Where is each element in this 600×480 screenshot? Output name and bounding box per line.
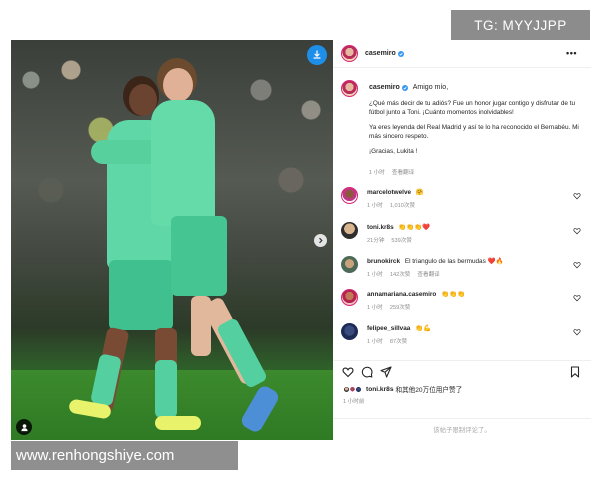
heart-outline-icon[interactable] — [573, 192, 581, 200]
post-side-panel: casemiro ••• casemiro Amigo mío, ¿Qué má… — [333, 40, 591, 440]
post-header: casemiro ••• — [333, 40, 591, 68]
comment-icon[interactable] — [361, 366, 373, 378]
watermark-top: TG: MYYJJPP — [451, 10, 590, 40]
caption-first-line: Amigo mío, — [412, 84, 449, 91]
caption-time: 1 小时 — [369, 170, 385, 176]
likes-first-user[interactable]: toni.kr8s — [366, 386, 393, 393]
next-photo-button[interactable] — [314, 234, 327, 247]
likes-rest: 和其他20万位用户赞了 — [395, 387, 463, 394]
caption-paragraph: ¿Qué más decir de tu adiós? Fue un honor… — [369, 100, 576, 116]
comment-item: marcelotwelve 🤗 1 小时 1,010次赞 — [333, 185, 591, 213]
comment-likes[interactable]: 87次赞 — [390, 337, 407, 345]
liker-avatar — [355, 385, 362, 393]
caption-meta: 1 小时 查看翻译 — [369, 168, 414, 176]
comment-time: 1 小时 — [367, 305, 383, 311]
comment-text: 👏👏👏❤️ — [398, 224, 431, 231]
comment-text: 👏💪 — [415, 325, 432, 332]
comment-item: annamariana.casemiro 👏👏👏 1 小时 259次赞 — [333, 287, 591, 315]
more-horizontal-icon: ••• — [566, 48, 577, 58]
more-options-button[interactable]: ••• — [566, 48, 577, 58]
comment-translate-link[interactable]: 查看翻译 — [417, 270, 439, 278]
post-photo[interactable] — [11, 40, 333, 440]
bookmark-icon[interactable] — [569, 366, 581, 378]
author-avatar[interactable] — [341, 45, 358, 62]
heart-outline-icon[interactable] — [573, 261, 581, 269]
caption-paragraph: Ya eres leyenda del Real Madrid y así te… — [369, 124, 579, 140]
comment-time: 1 小时 — [367, 272, 383, 278]
caption-text: ¿Qué más decir de tu adiós? Fue un honor… — [369, 100, 581, 164]
commenter-username[interactable]: toni.kr8s — [367, 224, 394, 231]
verified-badge-icon — [397, 50, 404, 57]
comment-text: 👏👏👏 — [441, 291, 465, 298]
comment-time: 1 小时 — [367, 339, 383, 345]
chevron-right-icon — [319, 237, 323, 244]
comment-likes[interactable]: 142次赞 — [390, 270, 411, 278]
commenter-avatar[interactable] — [341, 187, 358, 204]
commenter-avatar[interactable] — [341, 289, 358, 306]
comment-text: 🤗 — [415, 189, 424, 196]
tagged-users-button[interactable] — [16, 419, 32, 435]
author-username[interactable]: casemiro — [365, 50, 404, 57]
commenter-avatar[interactable] — [341, 222, 358, 239]
comment-time: 1 小时 — [367, 203, 383, 209]
commenter-username[interactable]: brunokirck — [367, 258, 400, 265]
commenter-username[interactable]: marcelotwelve — [367, 189, 411, 196]
comment-time: 21分钟 — [367, 238, 385, 244]
commenter-avatar[interactable] — [341, 323, 358, 340]
player-right — [131, 56, 301, 435]
comment-item: brunokirck El triangulo de las bermudas … — [333, 254, 591, 282]
comment-likes[interactable]: 259次赞 — [390, 303, 411, 311]
heart-outline-icon[interactable] — [573, 227, 581, 235]
likes-summary[interactable]: toni.kr8s 和其他20万位用户赞了 — [343, 384, 462, 394]
caption-paragraph: ¡Gracias, Lukita ! — [369, 148, 418, 156]
caption-author-avatar[interactable] — [341, 80, 358, 97]
user-tag-icon — [20, 423, 28, 431]
heart-outline-icon[interactable] — [573, 294, 581, 302]
instagram-post: casemiro ••• casemiro Amigo mío, ¿Qué má… — [11, 40, 591, 440]
commenter-username[interactable]: annamariana.casemiro — [367, 291, 436, 298]
caption-author-username[interactable]: casemiro Amigo mío, — [369, 84, 448, 91]
commenter-avatar[interactable] — [341, 256, 358, 273]
share-icon[interactable] — [380, 366, 392, 378]
post-timestamp: 1 小时前 — [343, 399, 365, 405]
comment-likes[interactable]: 539次赞 — [391, 236, 412, 244]
comment-item: toni.kr8s 👏👏👏❤️ 21分钟 539次赞 — [333, 220, 591, 248]
download-icon — [313, 50, 321, 59]
heart-outline-icon[interactable] — [342, 366, 354, 378]
download-button[interactable] — [307, 45, 327, 65]
comment-text: El triangulo de las bermudas ❤️🔥 — [404, 258, 504, 265]
verified-badge-icon — [401, 84, 408, 91]
comment-item: felipee_sillvaa 👏💪 1 小时 87次赞 — [333, 321, 591, 349]
watermark-bottom: www.renhongshiye.com — [11, 441, 238, 470]
caption-translate-link[interactable]: 查看翻译 — [392, 168, 414, 176]
heart-outline-icon[interactable] — [573, 328, 581, 336]
comments-restricted-notice: 该帖子限制评论了。 — [333, 418, 591, 440]
commenter-username[interactable]: felipee_sillvaa — [367, 325, 410, 332]
comment-likes[interactable]: 1,010次赞 — [390, 201, 415, 209]
post-actions-bar — [333, 360, 591, 382]
